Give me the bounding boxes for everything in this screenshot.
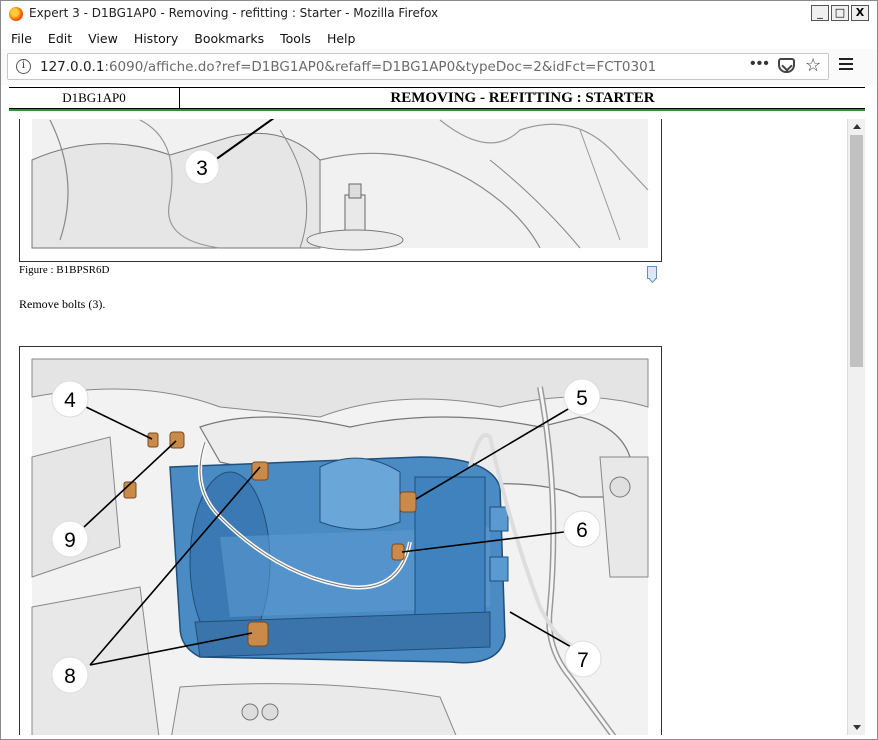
menu-bookmarks[interactable]: Bookmarks <box>194 31 264 46</box>
firefox-icon <box>9 7 23 21</box>
close-button[interactable]: X <box>851 5 869 21</box>
browser-window: Expert 3 - D1BG1AP0 - Removing - refitti… <box>0 0 878 740</box>
title-bar: Expert 3 - D1BG1AP0 - Removing - refitti… <box>1 1 877 27</box>
vertical-scrollbar[interactable] <box>847 119 865 735</box>
figure-b1bpsr6d: 3 <box>19 119 662 262</box>
menu-view[interactable]: View <box>88 31 118 46</box>
scroll-up-button[interactable] <box>848 119 865 135</box>
url-text[interactable]: 127.0.0.1:6090/affiche.do?ref=D1BG1AP0&r… <box>40 59 656 75</box>
menu-history[interactable]: History <box>134 31 178 46</box>
figure-starter: 4 5 6 7 8 9 <box>19 346 662 735</box>
address-bar[interactable]: i 127.0.0.1:6090/affiche.do?ref=D1BG1AP0… <box>7 53 829 80</box>
page-actions-icon[interactable]: ••• <box>750 55 770 73</box>
callout-8: 8 <box>64 665 76 688</box>
instruction-text: Remove bolts (3). <box>19 297 106 311</box>
url-host: 127.0.0.1 <box>40 59 105 75</box>
pocket-icon[interactable] <box>778 58 795 73</box>
menu-file[interactable]: File <box>11 31 32 46</box>
maximize-button[interactable]: □ <box>831 5 849 21</box>
bookmark-icon[interactable] <box>647 266 657 279</box>
bookmark-star-icon[interactable]: ☆ <box>805 55 821 76</box>
menu-tools[interactable]: Tools <box>280 31 311 46</box>
window-controls: _ □ X <box>811 5 869 21</box>
header-divider <box>9 109 865 111</box>
menu-bar: File Edit View History Bookmarks Tools H… <box>1 27 877 49</box>
document-code: D1BG1AP0 <box>9 88 180 108</box>
minimize-button[interactable]: _ <box>811 5 829 21</box>
callout-6: 6 <box>576 519 588 542</box>
callout-3: 3 <box>196 157 208 180</box>
menu-help[interactable]: Help <box>327 31 356 46</box>
scroll-down-button[interactable] <box>848 719 865 735</box>
callout-9: 9 <box>64 529 76 552</box>
document-header: D1BG1AP0 REMOVING - REFITTING : STARTER <box>9 87 865 109</box>
callout-5: 5 <box>576 387 588 410</box>
info-icon[interactable]: i <box>16 59 31 74</box>
hamburger-menu-icon[interactable] <box>839 58 853 72</box>
figure-caption: Figure : B1BPSR6D <box>19 264 110 276</box>
starter-illustration: 4 5 6 7 8 9 <box>31 358 649 735</box>
document-heading: REMOVING - REFITTING : STARTER <box>390 90 655 106</box>
menu-edit[interactable]: Edit <box>48 31 72 46</box>
engine-illustration-top: 3 <box>31 119 649 251</box>
callout-4: 4 <box>64 389 76 412</box>
navigation-bar: i 127.0.0.1:6090/affiche.do?ref=D1BG1AP0… <box>1 49 877 85</box>
scrollbar-thumb[interactable] <box>850 135 863 367</box>
document-content: 3 Figure : B1BPSR6D Remove bolts (3). 4 … <box>9 119 847 735</box>
window-title: Expert 3 - D1BG1AP0 - Removing - refitti… <box>29 6 439 20</box>
url-path: :6090/affiche.do?ref=D1BG1AP0&refaff=D1B… <box>104 59 657 75</box>
callout-7: 7 <box>577 649 589 672</box>
